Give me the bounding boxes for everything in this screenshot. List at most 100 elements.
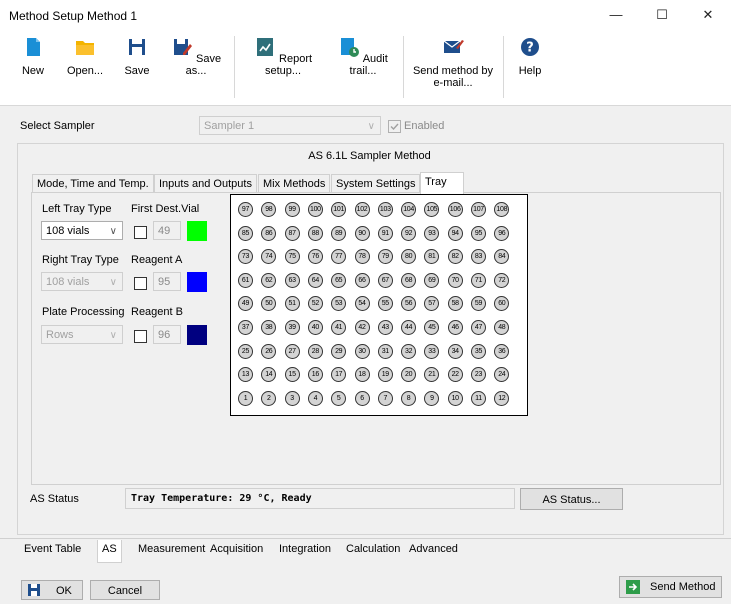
tray-vial[interactable]: 27 bbox=[284, 343, 300, 359]
tray-vial[interactable]: 57 bbox=[424, 296, 440, 312]
tray-vial[interactable]: 81 bbox=[424, 249, 440, 265]
tray-vial[interactable]: 21 bbox=[424, 367, 440, 383]
tray-vial[interactable]: 53 bbox=[331, 296, 347, 312]
tray-vial[interactable]: 56 bbox=[401, 296, 417, 312]
tray-vial[interactable]: 48 bbox=[494, 320, 510, 335]
tray-vial[interactable]: 24 bbox=[494, 367, 510, 383]
tray-vial[interactable]: 11 bbox=[471, 390, 486, 406]
tray-vial[interactable]: 50 bbox=[261, 296, 277, 312]
tray-vial[interactable]: 46 bbox=[447, 320, 463, 335]
enabled-checkbox[interactable] bbox=[388, 120, 401, 133]
tray-vial[interactable]: 98 bbox=[261, 202, 277, 217]
reagent-a-checkbox[interactable] bbox=[134, 277, 147, 290]
first-dest-checkbox[interactable] bbox=[134, 226, 147, 239]
tray-vial[interactable]: 74 bbox=[261, 249, 277, 265]
tray-vial[interactable]: 33 bbox=[424, 343, 440, 359]
tray-vial[interactable]: 55 bbox=[377, 296, 393, 312]
tray-vial[interactable]: 49 bbox=[238, 296, 253, 312]
tray-vial[interactable]: 8 bbox=[401, 390, 417, 406]
tray-vial[interactable]: 102 bbox=[354, 202, 370, 217]
tray-vial[interactable]: 25 bbox=[238, 343, 253, 359]
tray-vial[interactable]: 68 bbox=[401, 272, 417, 288]
tray-vial[interactable]: 39 bbox=[284, 320, 300, 335]
tray-vial[interactable]: 97 bbox=[238, 202, 253, 217]
tab-measurement[interactable]: Measurement bbox=[134, 540, 209, 558]
tray-vial[interactable]: 18 bbox=[354, 367, 370, 383]
tray-vial[interactable]: 34 bbox=[447, 343, 463, 359]
tray-vial[interactable]: 37 bbox=[238, 320, 253, 335]
tray-vial[interactable]: 63 bbox=[284, 272, 300, 288]
plate-processing-select[interactable]: Rows ∨ bbox=[41, 325, 123, 344]
tray-vial[interactable]: 20 bbox=[401, 367, 417, 383]
first-dest-color-swatch[interactable] bbox=[187, 221, 207, 241]
tray-vial[interactable]: 78 bbox=[354, 249, 370, 265]
tray-vial[interactable]: 45 bbox=[424, 320, 440, 335]
reagent-b-input[interactable]: 96 bbox=[153, 325, 181, 344]
tray-vial[interactable]: 100 bbox=[307, 202, 323, 217]
tray-vial[interactable]: 29 bbox=[331, 343, 347, 359]
tray-vial[interactable]: 108 bbox=[494, 202, 510, 217]
tray-vial[interactable]: 95 bbox=[471, 225, 486, 241]
cancel-button[interactable]: Cancel bbox=[90, 580, 160, 600]
tray-vial[interactable]: 52 bbox=[307, 296, 323, 312]
reagent-a-input[interactable]: 95 bbox=[153, 272, 181, 291]
left-tray-type-select[interactable]: 108 vials ∨ bbox=[41, 221, 123, 240]
save-as-button[interactable]: Save as... bbox=[170, 36, 222, 77]
new-button[interactable]: New bbox=[18, 36, 48, 77]
tray-vial[interactable]: 15 bbox=[284, 367, 300, 383]
tray-vial[interactable]: 17 bbox=[331, 367, 347, 383]
tray-vial[interactable]: 23 bbox=[471, 367, 486, 383]
tray-vial[interactable]: 16 bbox=[307, 367, 323, 383]
tray-vial[interactable]: 30 bbox=[354, 343, 370, 359]
tray-vial[interactable]: 75 bbox=[284, 249, 300, 265]
tray-vial[interactable]: 80 bbox=[401, 249, 417, 265]
tab-event-table[interactable]: Event Table bbox=[20, 540, 85, 558]
tray-vial[interactable]: 4 bbox=[307, 390, 323, 406]
tray-vial[interactable]: 89 bbox=[331, 225, 347, 241]
tray-vial[interactable]: 12 bbox=[494, 390, 510, 406]
save-button[interactable]: Save bbox=[122, 36, 152, 77]
right-tray-type-select[interactable]: 108 vials ∨ bbox=[41, 272, 123, 291]
minimize-button[interactable]: — bbox=[593, 0, 639, 30]
tray-vial[interactable]: 91 bbox=[377, 225, 393, 241]
reagent-a-color-swatch[interactable] bbox=[187, 272, 207, 292]
help-button[interactable]: ? Help bbox=[515, 36, 545, 77]
tray-vial[interactable]: 6 bbox=[354, 390, 370, 406]
tab-mix-methods[interactable]: Mix Methods bbox=[258, 174, 331, 193]
tray-vial[interactable]: 5 bbox=[331, 390, 347, 406]
tray-vial[interactable]: 64 bbox=[307, 272, 323, 288]
as-status-button[interactable]: AS Status... bbox=[520, 488, 623, 510]
tray-vial[interactable]: 62 bbox=[261, 272, 277, 288]
tray-vial[interactable]: 61 bbox=[238, 272, 253, 288]
tray-vial[interactable]: 79 bbox=[377, 249, 393, 265]
tray-vial[interactable]: 88 bbox=[307, 225, 323, 241]
tray-vial[interactable]: 22 bbox=[447, 367, 463, 383]
tray-vial[interactable]: 28 bbox=[307, 343, 323, 359]
tray-vial[interactable]: 69 bbox=[424, 272, 440, 288]
tray-vial[interactable]: 13 bbox=[238, 367, 253, 383]
tray-vial[interactable]: 59 bbox=[471, 296, 486, 312]
tray-vial[interactable]: 51 bbox=[284, 296, 300, 312]
tab-mode-time-temp[interactable]: Mode, Time and Temp. bbox=[32, 174, 154, 193]
tray-vial[interactable]: 94 bbox=[447, 225, 463, 241]
tray-vial[interactable]: 82 bbox=[447, 249, 463, 265]
tray-vial[interactable]: 54 bbox=[354, 296, 370, 312]
tray-vial[interactable]: 7 bbox=[377, 390, 393, 406]
tray-vial[interactable]: 70 bbox=[447, 272, 463, 288]
tray-vial[interactable]: 66 bbox=[354, 272, 370, 288]
tray-vial[interactable]: 106 bbox=[447, 202, 463, 217]
tray-vial[interactable]: 35 bbox=[471, 343, 486, 359]
send-method-button[interactable]: Send Method bbox=[619, 576, 722, 598]
tray-vial[interactable]: 105 bbox=[424, 202, 440, 217]
reagent-b-color-swatch[interactable] bbox=[187, 325, 207, 345]
tray-vial[interactable]: 10 bbox=[447, 390, 463, 406]
ok-button[interactable]: OK bbox=[21, 580, 83, 600]
tray-vial[interactable]: 104 bbox=[401, 202, 417, 217]
tray-vial[interactable]: 47 bbox=[471, 320, 486, 335]
tray-vial[interactable]: 41 bbox=[331, 320, 347, 335]
tray-vial[interactable]: 71 bbox=[471, 272, 486, 288]
tray-vial[interactable]: 86 bbox=[261, 225, 277, 241]
tray-vial[interactable]: 90 bbox=[354, 225, 370, 241]
tray-vial[interactable]: 103 bbox=[377, 202, 393, 217]
tray-vial[interactable]: 1 bbox=[238, 390, 253, 406]
